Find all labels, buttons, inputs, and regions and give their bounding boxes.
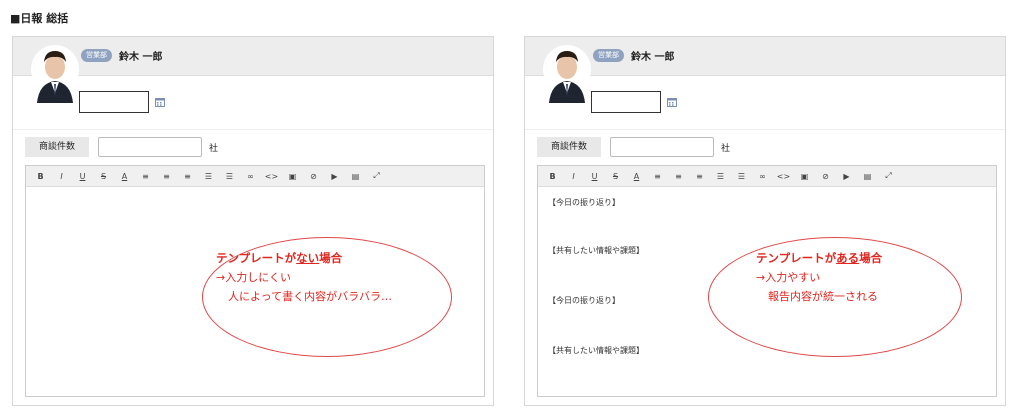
deals-count-unit: 社 — [721, 144, 731, 154]
annotation-line-1: →入力しにくい — [216, 271, 291, 284]
divider — [13, 129, 493, 130]
deals-count-input[interactable] — [98, 137, 202, 157]
report-panel-with-template: 営業部 鈴木 一郎 商談件数 社 B I U S A ≡ ≡ ≡ ☰ ☰ ∞ <… — [524, 36, 1006, 406]
code-icon[interactable]: <> — [261, 168, 282, 184]
rich-text-editor[interactable]: B I U S A ≡ ≡ ≡ ☰ ☰ ∞ <> ▣ ⊘ ▶ ▤ ⤢ 【今日の振… — [537, 165, 997, 397]
image-icon[interactable]: ▣ — [282, 168, 303, 184]
table-icon[interactable]: ▤ — [857, 168, 878, 184]
font-color-button[interactable]: A — [626, 168, 647, 184]
numbered-list-button[interactable]: ☰ — [219, 168, 240, 184]
video-icon[interactable]: ▶ — [836, 168, 857, 184]
annotation-note: テンプレートがない場合 →入力しにくい 人によって書く内容がバラバラ… — [216, 249, 392, 306]
strikethrough-button[interactable]: S — [93, 168, 114, 184]
date-input[interactable] — [79, 91, 149, 113]
date-input[interactable] — [591, 91, 661, 113]
attachment-icon[interactable]: ⊘ — [815, 168, 836, 184]
avatar — [31, 45, 79, 103]
deals-count-input[interactable] — [610, 137, 714, 157]
italic-button[interactable]: I — [51, 168, 72, 184]
fullscreen-icon[interactable]: ⤢ — [878, 168, 899, 184]
fullscreen-icon[interactable]: ⤢ — [366, 168, 387, 184]
department-badge: 営業部 — [593, 49, 624, 62]
editor-toolbar: B I U S A ≡ ≡ ≡ ☰ ☰ ∞ <> ▣ ⊘ ▶ ▤ ⤢ — [538, 166, 996, 187]
video-icon[interactable]: ▶ — [324, 168, 345, 184]
underline-button[interactable]: U — [72, 168, 93, 184]
image-icon[interactable]: ▣ — [794, 168, 815, 184]
underline-button[interactable]: U — [584, 168, 605, 184]
template-line: 【今日の振り返り】 — [548, 296, 620, 305]
bullet-list-button[interactable]: ☰ — [198, 168, 219, 184]
template-line: 【今日の振り返り】 — [548, 198, 620, 207]
bold-button[interactable]: B — [30, 168, 51, 184]
annotation-line-2: 報告内容が統一される — [768, 290, 878, 303]
annotation-title: テンプレートがある場合 — [756, 251, 883, 265]
rich-text-editor[interactable]: B I U S A ≡ ≡ ≡ ☰ ☰ ∞ <> ▣ ⊘ ▶ ▤ ⤢ テンプレー… — [25, 165, 485, 397]
link-icon[interactable]: ∞ — [240, 168, 261, 184]
indent-button[interactable]: ≡ — [668, 168, 689, 184]
department-badge: 営業部 — [81, 49, 112, 62]
outdent-button[interactable]: ≡ — [177, 168, 198, 184]
deals-count-label: 商談件数 — [25, 137, 89, 157]
outdent-button[interactable]: ≡ — [689, 168, 710, 184]
editor-content[interactable]: テンプレートがない場合 →入力しにくい 人によって書く内容がバラバラ… — [26, 187, 484, 396]
annotation-title: テンプレートがない場合 — [216, 251, 343, 265]
align-left-button[interactable]: ≡ — [135, 168, 156, 184]
annotation-line-1: →入力やすい — [756, 271, 821, 284]
page-title: ■日報 総括 — [10, 12, 69, 25]
avatar — [543, 45, 591, 103]
link-icon[interactable]: ∞ — [752, 168, 773, 184]
deals-count-unit: 社 — [209, 144, 219, 154]
deals-count-label: 商談件数 — [537, 137, 601, 157]
annotation-note: テンプレートがある場合 →入力やすい 報告内容が統一される — [756, 249, 882, 306]
report-panel-no-template: 営業部 鈴木 一郎 商談件数 社 B I U S A ≡ ≡ ≡ ☰ ☰ ∞ <… — [12, 36, 494, 406]
bold-button[interactable]: B — [542, 168, 563, 184]
italic-button[interactable]: I — [563, 168, 584, 184]
calendar-icon[interactable] — [155, 97, 165, 107]
table-icon[interactable]: ▤ — [345, 168, 366, 184]
indent-button[interactable]: ≡ — [156, 168, 177, 184]
code-icon[interactable]: <> — [773, 168, 794, 184]
attachment-icon[interactable]: ⊘ — [303, 168, 324, 184]
user-name: 鈴木 一郎 — [119, 52, 163, 63]
calendar-icon[interactable] — [667, 97, 677, 107]
annotation-line-2: 人によって書く内容がバラバラ… — [228, 290, 393, 303]
template-line: 【共有したい情報や課題】 — [548, 246, 644, 255]
align-left-button[interactable]: ≡ — [647, 168, 668, 184]
strikethrough-button[interactable]: S — [605, 168, 626, 184]
editor-content[interactable]: 【今日の振り返り】 【共有したい情報や課題】 【今日の振り返り】 【共有したい情… — [538, 187, 996, 396]
divider — [525, 129, 1005, 130]
bullet-list-button[interactable]: ☰ — [710, 168, 731, 184]
editor-toolbar: B I U S A ≡ ≡ ≡ ☰ ☰ ∞ <> ▣ ⊘ ▶ ▤ ⤢ — [26, 166, 484, 187]
template-line: 【共有したい情報や課題】 — [548, 346, 644, 355]
user-name: 鈴木 一郎 — [631, 52, 675, 63]
font-color-button[interactable]: A — [114, 168, 135, 184]
numbered-list-button[interactable]: ☰ — [731, 168, 752, 184]
